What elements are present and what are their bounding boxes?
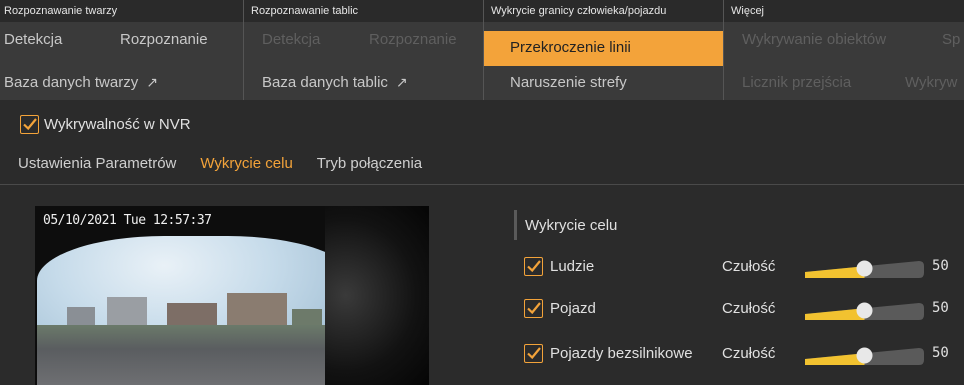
menu-item-line-crossing[interactable]: Przekroczenie linii	[484, 31, 724, 66]
external-link-icon: ↗	[146, 74, 158, 90]
menu-item-detection-truncated[interactable]: Wykryw	[905, 74, 957, 91]
menu-item-plate-recognition[interactable]: Rozpoznanie	[369, 31, 457, 48]
people-sensitivity-value: 50	[932, 258, 949, 274]
camera-preview: 05/10/2021 Tue 12:57:37	[35, 206, 429, 385]
nonmotor-sensitivity-slider[interactable]	[805, 346, 924, 365]
menu-item-more-truncated[interactable]: Sp	[942, 31, 960, 48]
slider-knob	[856, 260, 873, 277]
target-row-vehicle: Pojazd Czułość 50	[524, 297, 964, 321]
vehicle-sensitivity-slider[interactable]	[805, 301, 924, 320]
tab-target-detection[interactable]: Wykrycie celu	[200, 155, 292, 172]
menu-item-plate-detection[interactable]: Detekcja	[262, 31, 320, 48]
vehicle-sensitivity-value: 50	[932, 300, 949, 316]
menu-group-more: Więcej Wykrywanie obiektów Sp Licznik pr…	[723, 0, 964, 100]
nonmotor-checkbox[interactable]	[524, 344, 543, 363]
menu-item-people-counter[interactable]: Licznik przejścia	[742, 74, 851, 91]
checkmark-icon	[527, 260, 541, 273]
settings-tabs: Ustawienia Parametrów Wykrycie celu Tryb…	[18, 155, 446, 172]
sensitivity-label: Czułość	[722, 258, 776, 275]
target-row-nonmotor: Pojazdy bezsilnikowe Czułość 50	[524, 342, 964, 366]
menu-item-object-detection[interactable]: Wykrywanie obiektów	[742, 31, 886, 48]
vehicle-checkbox[interactable]	[524, 299, 543, 318]
menu-group-plate-recognition: Rozpoznawanie tablic Detekcja Rozpoznani…	[243, 0, 483, 100]
checkmark-icon	[23, 118, 37, 131]
menu-item-plate-database[interactable]: Baza danych tablic ↗	[262, 74, 408, 91]
external-link-icon: ↗	[395, 74, 408, 90]
menu-item-label: Baza danych tablic	[262, 74, 388, 91]
divider	[0, 184, 964, 185]
checkmark-icon	[527, 347, 541, 360]
nonmotor-sensitivity-value: 50	[932, 345, 949, 361]
menu-item-face-database[interactable]: Baza danych twarzy ↗	[4, 74, 158, 91]
nvr-checkbox-label: Wykrywalność w NVR	[44, 116, 191, 133]
nvr-checkbox[interactable]	[20, 115, 39, 134]
video-timestamp: 05/10/2021 Tue 12:57:37	[43, 213, 212, 228]
menu-group-face-recognition: Rozpoznawanie twarzy Detekcja Rozpoznani…	[0, 0, 243, 100]
nvr-detection-toggle[interactable]: Wykrywalność w NVR	[20, 115, 191, 134]
slider-knob	[856, 347, 873, 364]
street	[37, 325, 355, 385]
tab-connection-mode[interactable]: Tryb połączenia	[317, 155, 422, 172]
menu-item-face-detection[interactable]: Detekcja	[4, 31, 62, 48]
sensitivity-label: Czułość	[722, 345, 776, 362]
nonmotor-label: Pojazdy bezsilnikowe	[550, 345, 693, 362]
people-checkbox[interactable]	[524, 257, 543, 276]
menu-group-perimeter: Wykrycie granicy człowieka/pojazdu Przek…	[483, 0, 724, 100]
vehicle-label: Pojazd	[550, 300, 596, 317]
sensitivity-label: Czułość	[722, 300, 776, 317]
people-label: Ludzie	[550, 258, 595, 275]
menu-item-zone-intrusion[interactable]: Naruszenie strefy	[510, 74, 627, 91]
menu-item-label: Baza danych twarzy	[4, 74, 139, 91]
tab-parameters[interactable]: Ustawienia Parametrów	[18, 155, 176, 172]
lens-edge	[325, 206, 429, 385]
slider-fill	[805, 353, 865, 365]
checkmark-icon	[527, 302, 541, 315]
target-panel-title: Wykrycie celu	[514, 210, 617, 240]
top-menu: Rozpoznawanie twarzy Detekcja Rozpoznani…	[0, 0, 964, 100]
slider-fill	[805, 308, 865, 320]
menu-group-title: Wykrycie granicy człowieka/pojazdu	[484, 0, 723, 22]
slider-fill	[805, 266, 865, 278]
menu-group-title: Rozpoznawanie tablic	[244, 0, 483, 22]
target-row-people: Ludzie Czułość 50	[524, 255, 964, 279]
menu-item-face-recognition[interactable]: Rozpoznanie	[120, 31, 208, 48]
slider-knob	[856, 302, 873, 319]
camera-scene	[37, 236, 355, 385]
menu-group-title: Więcej	[724, 0, 964, 22]
menu-group-title: Rozpoznawanie twarzy	[0, 0, 243, 22]
people-sensitivity-slider[interactable]	[805, 259, 924, 278]
